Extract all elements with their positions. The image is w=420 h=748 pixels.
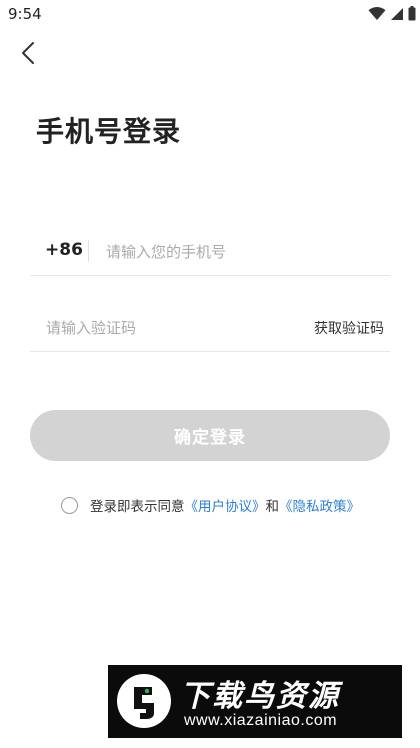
login-button[interactable]: 确定登录 xyxy=(30,410,390,461)
phone-input[interactable] xyxy=(106,238,376,266)
agreement-conjunction: 和 xyxy=(265,499,280,515)
agreement-checkbox[interactable] xyxy=(61,496,78,514)
back-button[interactable] xyxy=(14,40,42,70)
privacy-policy-link[interactable]: 《隐私政策》 xyxy=(279,495,360,515)
chevron-left-icon xyxy=(21,41,35,69)
wifi-icon xyxy=(368,6,386,25)
country-code[interactable]: +86 xyxy=(45,240,83,260)
watermark: 下载鸟资源 www.xiazainiao.com xyxy=(108,665,402,738)
divider xyxy=(88,240,89,262)
cellular-signal-icon xyxy=(390,6,404,25)
get-code-button[interactable]: 获取验证码 xyxy=(314,318,384,338)
watermark-logo xyxy=(116,673,172,729)
watermark-title: 下载鸟资源 xyxy=(180,679,340,714)
page-title: 手机号登录 xyxy=(36,115,182,148)
status-bar: 9:54 xyxy=(0,0,420,30)
agreement-row: 登录即表示同意 《用户协议》 和 《隐私政策》 xyxy=(61,495,360,515)
verification-field-row: 获取验证码 xyxy=(30,306,390,352)
phone-field-row: +86 xyxy=(30,230,390,276)
watermark-url: www.xiazainiao.com xyxy=(184,712,338,729)
login-screen: 9:54 手机号登录 +86 请输入您的手机号 请输入验证码 获取验证码 确定登… xyxy=(0,0,420,748)
status-icons xyxy=(368,6,416,25)
battery-icon xyxy=(408,6,416,25)
verification-code-input[interactable] xyxy=(46,314,266,342)
status-time: 9:54 xyxy=(8,5,42,23)
agreement-prefix: 登录即表示同意 xyxy=(90,499,185,515)
user-agreement-link[interactable]: 《用户协议》 xyxy=(185,495,266,515)
